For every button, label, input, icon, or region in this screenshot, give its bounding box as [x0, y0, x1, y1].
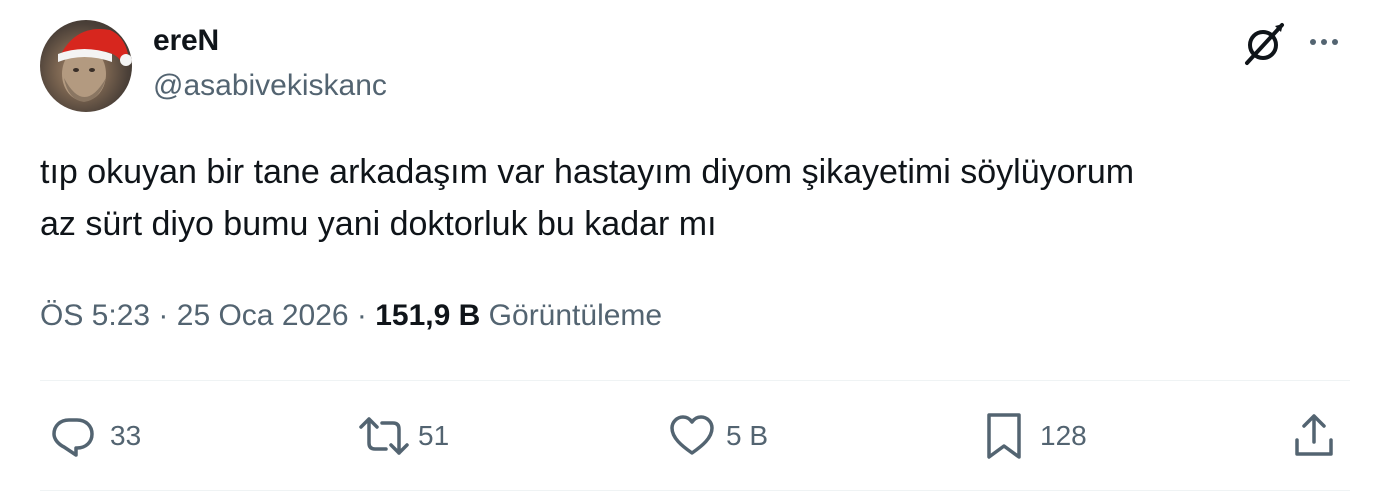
- share-button[interactable]: [1292, 410, 1336, 462]
- like-icon: [670, 415, 714, 455]
- grok-icon[interactable]: [1242, 20, 1288, 66]
- bookmark-button[interactable]: 128: [984, 410, 1087, 462]
- retweet-icon: [359, 417, 409, 455]
- like-button[interactable]: 5 B: [668, 410, 768, 462]
- meta-separator: ·: [356, 299, 367, 332]
- reply-count: 33: [110, 420, 142, 451]
- user-handle[interactable]: @asabivekiskanc: [153, 67, 387, 105]
- reply-icon: [52, 418, 94, 457]
- like-count: 5 B: [726, 420, 769, 451]
- retweet-button[interactable]: 51: [358, 410, 449, 462]
- divider: [40, 380, 1350, 381]
- avatar[interactable]: [40, 20, 132, 112]
- tweet-time[interactable]: ÖS 5:23: [40, 299, 150, 332]
- display-name[interactable]: ereN: [153, 22, 219, 60]
- tweet-meta: ÖS 5:23 · 25 Oca 2026 · 151,9 B Görüntül…: [40, 296, 662, 336]
- views-label: Görüntüleme: [488, 299, 663, 332]
- tweet-text: tıp okuyan bir tane arkadaşım var hastay…: [40, 153, 1135, 243]
- views-count: 151,9 B: [375, 299, 481, 332]
- retweet-count: 51: [418, 420, 450, 451]
- bookmark-icon: [987, 413, 1021, 459]
- tweet-date[interactable]: 25 Oca 2026: [177, 299, 349, 332]
- reply-button[interactable]: 33: [50, 410, 141, 462]
- share-icon: [1295, 414, 1333, 456]
- bookmark-count: 128: [1040, 420, 1087, 451]
- tweet-card: ereN @asabivekiskanc tıp okuyan bir tane…: [0, 0, 1394, 504]
- more-options-icon[interactable]: [1306, 24, 1342, 60]
- divider: [40, 490, 1350, 491]
- avatar-image: [58, 29, 132, 102]
- meta-separator: ·: [158, 299, 169, 332]
